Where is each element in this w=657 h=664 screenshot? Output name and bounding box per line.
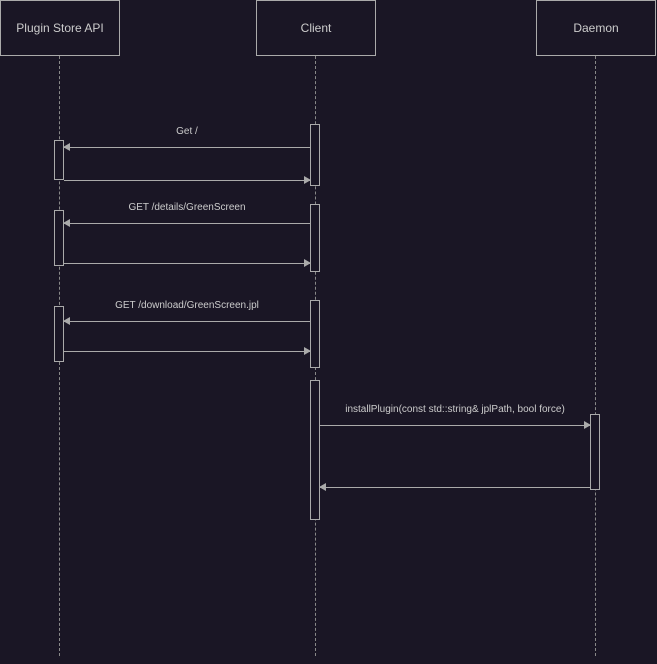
message-line [64, 321, 310, 322]
message-return [64, 344, 310, 358]
lifeline-daemon [595, 56, 596, 656]
message-line [64, 223, 310, 224]
participant-daemon: Daemon [536, 0, 656, 56]
activation-plugin-store-api [54, 306, 64, 362]
message-line [64, 263, 310, 264]
message-label: installPlugin(const std::string& jplPath… [320, 404, 590, 415]
message-line [64, 180, 310, 181]
participant-label: Plugin Store API [16, 21, 103, 35]
participant-plugin-store-api: Plugin Store API [0, 0, 120, 56]
message-label: GET /details/GreenScreen [64, 202, 310, 213]
message-return [64, 256, 310, 270]
participant-label: Daemon [573, 21, 618, 35]
message-return [64, 173, 310, 187]
message-get-root: Get / [64, 140, 310, 154]
message-label: Get / [64, 126, 310, 137]
activation-client [310, 380, 320, 520]
message-get-details: GET /details/GreenScreen [64, 216, 310, 230]
message-line [64, 147, 310, 148]
activation-daemon [590, 414, 600, 490]
message-line [320, 487, 590, 488]
message-get-download: GET /download/GreenScreen.jpl [64, 314, 310, 328]
participant-client: Client [256, 0, 376, 56]
message-line [64, 351, 310, 352]
participant-label: Client [301, 21, 332, 35]
activation-client [310, 300, 320, 368]
message-install-plugin: installPlugin(const std::string& jplPath… [320, 418, 590, 432]
activation-client [310, 204, 320, 272]
message-label: GET /download/GreenScreen.jpl [64, 300, 310, 311]
activation-client [310, 124, 320, 186]
message-line [320, 425, 590, 426]
message-return [320, 480, 590, 494]
sequence-diagram: Plugin Store API Client Daemon Get / GET… [0, 0, 657, 664]
